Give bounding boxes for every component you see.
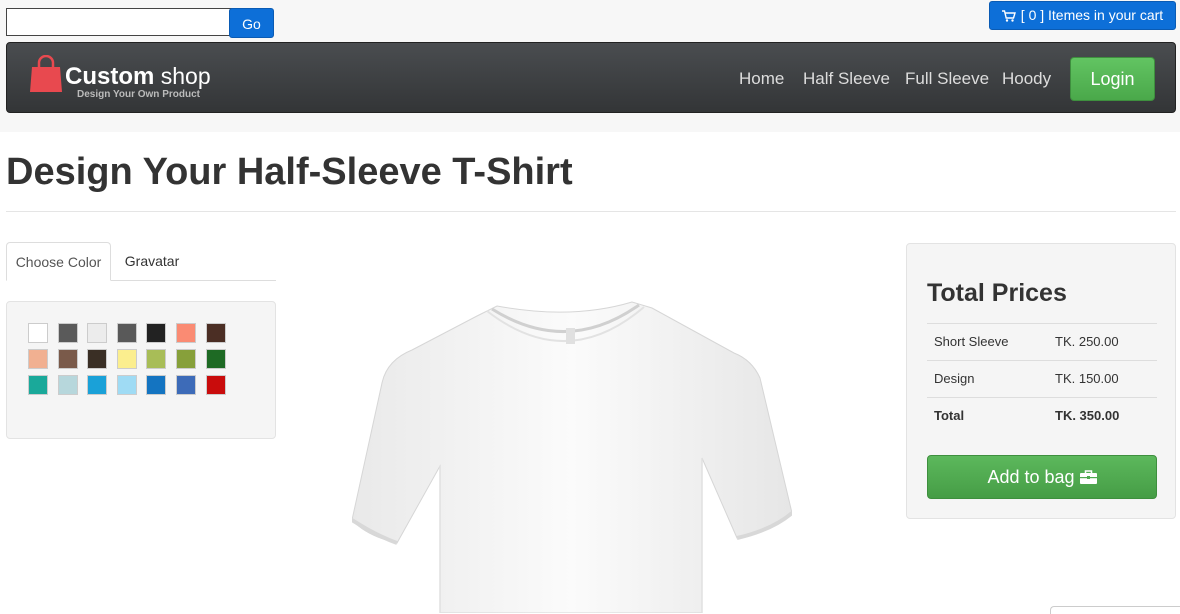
price-row-total: Total TK. 350.00 — [927, 397, 1157, 434]
shopping-bag-icon — [30, 55, 62, 92]
color-swatch[interactable] — [57, 323, 78, 343]
design-tabs: Choose Color Gravatar — [6, 242, 276, 281]
price-value: TK. 150.00 — [1055, 371, 1119, 386]
color-swatch[interactable] — [116, 349, 137, 369]
color-swatch[interactable] — [87, 375, 108, 395]
color-swatch[interactable] — [205, 375, 226, 395]
color-swatch[interactable] — [205, 323, 226, 343]
color-swatch[interactable] — [28, 323, 48, 343]
color-swatch[interactable] — [116, 323, 137, 343]
nav-full-sleeve[interactable]: Full Sleeve — [905, 69, 989, 89]
briefcase-icon — [1079, 470, 1097, 484]
go-button[interactable]: Go — [229, 8, 274, 38]
price-label: Design — [934, 371, 975, 386]
price-label: Short Sleeve — [934, 334, 1009, 349]
color-swatch[interactable] — [116, 375, 137, 395]
navbar: Custom shop Design Your Own Product Home… — [6, 42, 1176, 113]
color-swatch[interactable] — [87, 323, 108, 343]
price-row-design: Design TK. 150.00 — [927, 360, 1157, 397]
cart-label: [ 0 ] Itemes in your cart — [1020, 7, 1164, 23]
color-swatch[interactable] — [146, 323, 167, 343]
color-swatch[interactable] — [57, 375, 78, 395]
add-to-bag-button[interactable]: Add to bag — [927, 455, 1157, 499]
color-swatch[interactable] — [87, 349, 108, 369]
add-to-bag-label: Add to bag — [987, 467, 1075, 487]
tab-gravatar[interactable]: Gravatar — [112, 242, 192, 281]
color-swatch[interactable] — [176, 323, 196, 343]
color-swatch[interactable] — [146, 375, 167, 395]
search-input[interactable] — [6, 8, 232, 36]
color-swatch[interactable] — [28, 375, 48, 395]
brand-name-light: shop — [154, 63, 211, 89]
nav-half-sleeve[interactable]: Half Sleeve — [803, 69, 890, 89]
cart-button[interactable]: [ 0 ] Itemes in your cart — [989, 1, 1176, 30]
color-swatch[interactable] — [176, 375, 196, 395]
tshirt-preview — [352, 301, 792, 613]
color-swatch[interactable] — [205, 349, 226, 369]
price-value: TK. 250.00 — [1055, 334, 1119, 349]
color-swatch-panel — [6, 301, 276, 439]
price-value: TK. 350.00 — [1055, 408, 1120, 423]
login-button[interactable]: Login — [1070, 57, 1155, 101]
color-swatch[interactable] — [57, 349, 78, 369]
price-row-short-sleeve: Short Sleeve TK. 250.00 — [927, 323, 1157, 360]
tab-choose-color[interactable]: Choose Color — [6, 242, 111, 281]
color-swatch[interactable] — [176, 349, 196, 369]
divider — [6, 211, 1176, 212]
nav-home[interactable]: Home — [739, 69, 784, 89]
cart-icon — [1001, 9, 1016, 22]
price-title: Total Prices — [927, 279, 1067, 307]
brand-logo[interactable]: Custom shop — [65, 63, 211, 90]
page-title: Design Your Half-Sleeve T-Shirt — [6, 151, 573, 193]
brand-tagline: Design Your Own Product — [77, 89, 200, 100]
color-swatch[interactable] — [146, 349, 167, 369]
brand-name-bold: Custom — [65, 63, 155, 90]
color-swatch[interactable] — [28, 349, 48, 369]
price-panel: Total Prices Short Sleeve TK. 250.00 Des… — [906, 243, 1176, 519]
price-label: Total — [934, 408, 965, 423]
nav-hoody[interactable]: Hoody — [1002, 69, 1051, 89]
